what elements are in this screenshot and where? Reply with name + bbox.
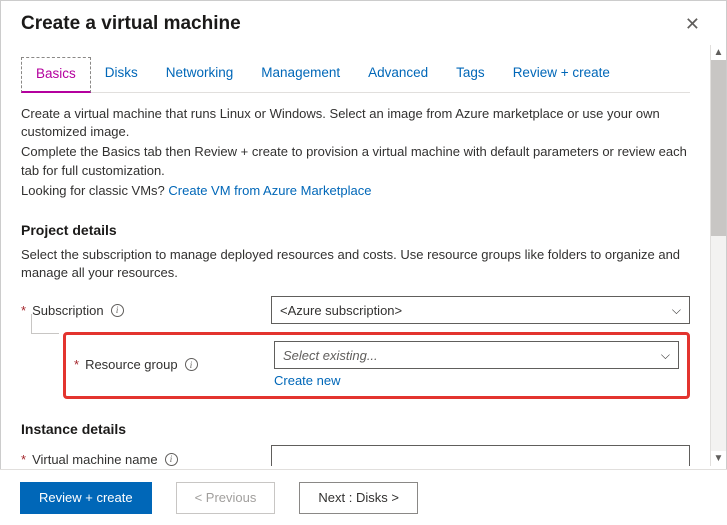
tab-basics[interactable]: Basics [21, 57, 91, 93]
tab-review-create[interactable]: Review + create [499, 57, 624, 92]
scroll-up-arrow[interactable]: ▲ [714, 45, 724, 60]
tab-disks[interactable]: Disks [91, 57, 152, 92]
subscription-control: <Azure subscription> ⌵ [271, 296, 690, 324]
review-create-button[interactable]: Review + create [20, 482, 152, 514]
required-asterisk: * [21, 303, 26, 318]
scroll-area: Basics Disks Networking Management Advan… [1, 45, 710, 466]
vm-name-row: * Virtual machine name i [21, 445, 690, 466]
info-icon[interactable]: i [111, 304, 124, 317]
required-asterisk: * [21, 452, 26, 466]
subscription-select[interactable]: <Azure subscription> ⌵ [271, 296, 690, 324]
resource-group-select[interactable]: Select existing... ⌵ [274, 341, 679, 369]
info-icon[interactable]: i [185, 358, 198, 371]
resource-group-label-text: Resource group [85, 357, 178, 372]
tab-bar: Basics Disks Networking Management Advan… [21, 57, 690, 93]
intro-line1: Create a virtual machine that runs Linux… [21, 105, 690, 141]
scroll-down-arrow[interactable]: ▼ [714, 451, 724, 466]
marketplace-link[interactable]: Create VM from Azure Marketplace [168, 183, 371, 198]
vm-name-label-text: Virtual machine name [32, 452, 158, 466]
chevron-down-icon: ⌵ [661, 348, 670, 363]
tree-connector [31, 314, 59, 334]
content-wrap: Basics Disks Networking Management Advan… [1, 45, 726, 466]
project-details-title: Project details [21, 222, 690, 238]
tab-management[interactable]: Management [247, 57, 354, 92]
instance-details-title: Instance details [21, 421, 690, 437]
intro-text: Create a virtual machine that runs Linux… [21, 105, 690, 200]
intro-line2: Complete the Basics tab then Review + cr… [21, 143, 690, 179]
vm-name-input[interactable] [271, 445, 690, 466]
dialog-header: Create a virtual machine ✕ [1, 1, 726, 45]
subscription-value: <Azure subscription> [280, 303, 402, 318]
tab-advanced[interactable]: Advanced [354, 57, 442, 92]
footer-bar: Review + create < Previous Next : Disks … [0, 469, 727, 525]
intro-line3: Looking for classic VMs? Create VM from … [21, 182, 690, 200]
info-icon[interactable]: i [165, 453, 178, 466]
create-new-link[interactable]: Create new [274, 373, 340, 388]
previous-button: < Previous [176, 482, 276, 514]
resource-group-control: Select existing... ⌵ Create new [274, 341, 679, 388]
resource-group-row: * Resource group i Select existing... ⌵ … [66, 341, 679, 388]
tab-tags[interactable]: Tags [442, 57, 499, 92]
project-details-desc: Select the subscription to manage deploy… [21, 246, 690, 282]
vm-name-control [271, 445, 690, 466]
close-icon[interactable]: ✕ [679, 13, 706, 35]
next-button[interactable]: Next : Disks > [299, 482, 418, 514]
tab-networking[interactable]: Networking [152, 57, 248, 92]
chevron-down-icon: ⌵ [672, 303, 681, 318]
resource-group-placeholder: Select existing... [283, 348, 378, 363]
vm-name-label: * Virtual machine name i [21, 452, 271, 466]
resource-group-highlight: * Resource group i Select existing... ⌵ … [63, 332, 690, 399]
subscription-row: * Subscription i <Azure subscription> ⌵ [21, 296, 690, 324]
scroll-thumb[interactable] [711, 60, 726, 236]
intro-line3-prefix: Looking for classic VMs? [21, 183, 168, 198]
dialog-title: Create a virtual machine [21, 13, 241, 35]
vertical-scrollbar[interactable]: ▲ ▼ [710, 45, 726, 466]
required-asterisk: * [74, 357, 79, 372]
resource-group-label: * Resource group i [66, 357, 274, 372]
scroll-track[interactable] [711, 60, 726, 451]
